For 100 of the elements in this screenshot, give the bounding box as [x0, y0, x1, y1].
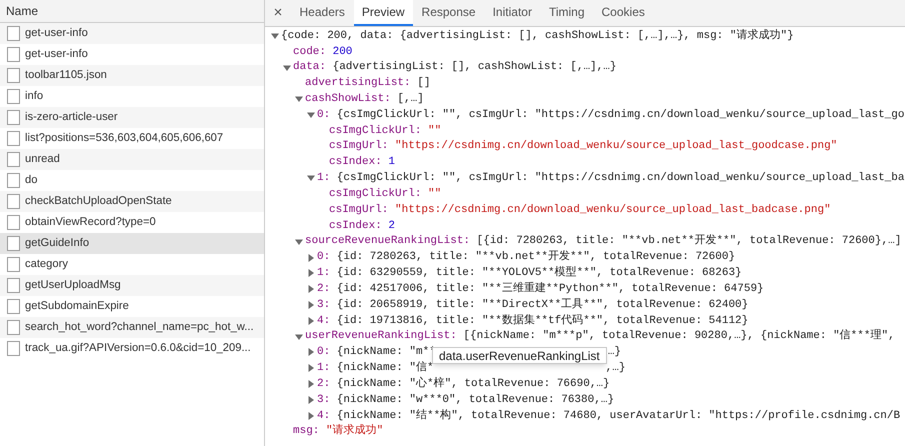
property-value: {id: 20658919, title: "**DirectX**工具**", totalRevenue: 62400} [336, 297, 748, 313]
collapsed-arrow-icon[interactable] [307, 269, 315, 278]
collapsed-arrow-icon[interactable] [307, 380, 315, 388]
file-icon [7, 68, 20, 83]
property-key: 0: [317, 249, 330, 266]
property-value: [,…] [397, 92, 424, 107]
file-icon [7, 215, 20, 230]
expanded-arrow-icon[interactable] [307, 174, 315, 182]
expanded-arrow-icon[interactable] [295, 95, 303, 104]
expanded-arrow-icon[interactable] [295, 332, 303, 341]
file-icon [7, 278, 20, 293]
property-value: …} [608, 345, 622, 360]
property-value: {id: 42517006, title: "**三维重建**Python**", totalRevenue: 64759} [336, 280, 764, 297]
property-key: 2: [317, 280, 330, 298]
property-key: code: [293, 44, 326, 60]
property-value: [{id: 7280263, title: "**vb.net**开发**", totalRevenue: 72600},…] [476, 233, 902, 250]
property-value: "请求成功" [326, 423, 384, 440]
property-key: userRevenueRankingList: [305, 328, 457, 345]
property-key: csIndex: [329, 154, 382, 171]
property-key: msg: [293, 423, 320, 440]
property-key: 3: [317, 296, 330, 314]
property-value: 200 [332, 44, 352, 60]
file-icon [7, 341, 20, 356]
request-row[interactable]: getUserUploadMsg [0, 275, 264, 296]
property-value: {csImgClickUrl: "", csImgUrl: "https://csdnimg.cn/download_wenku/source_upload_last_go [336, 108, 904, 123]
property-value: {code: 200, data: {advertisingList: [], cashShowList: [,…],…}, msg: "请求成功"} [281, 28, 794, 44]
property-key: 2: [317, 376, 330, 392]
property-value: {nickName: "心*梓", totalRevenue: 76690,…} [336, 376, 610, 392]
property-value: "https://csdnimg.cn/download_wenku/source_upload_last_goodcase.png" [395, 139, 838, 154]
collapsed-arrow-icon[interactable] [307, 285, 315, 294]
request-row[interactable]: unread [0, 149, 264, 170]
property-key: sourceRevenueRankingList: [305, 233, 470, 250]
collapsed-arrow-icon[interactable] [307, 396, 315, 404]
property-value: "" [428, 186, 442, 202]
property-key: 4: [317, 312, 330, 330]
property-value: 2 [388, 218, 396, 234]
file-icon [7, 89, 20, 104]
property-key: csImgClickUrl: [329, 122, 422, 140]
request-row[interactable]: checkBatchUploadOpenState [0, 191, 264, 212]
property-key: cashShowList: [305, 90, 391, 108]
request-row[interactable]: is-zero-article-user [0, 107, 264, 128]
tab[interactable]: Timing [540, 0, 593, 26]
collapsed-arrow-icon[interactable] [307, 348, 315, 356]
file-icon [7, 173, 20, 188]
file-icon [7, 236, 20, 251]
property-key: csImgClickUrl: [329, 186, 422, 202]
file-icon [7, 299, 20, 314]
file-icon [7, 194, 20, 209]
property-key: 1: [317, 360, 330, 377]
file-icon [7, 320, 20, 335]
property-key: csImgUrl: [329, 138, 388, 155]
expanded-arrow-icon[interactable] [271, 32, 279, 40]
file-icon [7, 257, 20, 272]
property-value: {nickName: "结**构", totalRevenue: 74680, userAvatarUrl: "https://profile.csdnimg.cn/B [336, 408, 900, 424]
file-icon [7, 152, 20, 167]
property-value: {id: 7280263, title: "**vb.net**开发**", totalRevenue: 72600} [336, 249, 736, 266]
property-key: 1: [317, 170, 330, 187]
property-value: "" [428, 124, 442, 139]
property-value: [] [417, 76, 430, 92]
property-value: {csImgClickUrl: "", csImgUrl: "https://csdnimg.cn/download_wenku/source_upload_last_ba [336, 171, 904, 186]
property-key: 0: [317, 106, 330, 124]
tab[interactable]: Cookies [594, 0, 653, 26]
property-key: 1: [317, 265, 330, 282]
property-value: {id: 19713816, title: "**数据集**tf代码**", totalRevenue: 54112} [336, 313, 748, 329]
column-header[interactable]: Name [0, 0, 264, 23]
property-key: csImgUrl: [329, 202, 388, 218]
tooltip: data.userRevenueRankingList [432, 347, 607, 364]
property-value: "https://csdnimg.cn/download_wenku/source_upload_last_badcase.png" [395, 202, 831, 218]
tab[interactable]: Response [414, 0, 484, 26]
collapsed-arrow-icon[interactable] [307, 316, 315, 325]
property-key: csIndex: [329, 218, 382, 234]
tab[interactable]: Initiator [484, 0, 540, 26]
request-row[interactable]: toolbar1105.json [0, 65, 264, 86]
collapsed-arrow-icon[interactable] [307, 412, 315, 420]
request-row[interactable]: getGuideInfo [0, 233, 264, 254]
property-key: data: [293, 59, 326, 76]
property-value: 1 [388, 155, 396, 170]
collapsed-arrow-icon[interactable] [307, 364, 315, 372]
tab[interactable]: Headers [292, 0, 353, 26]
file-icon [7, 47, 20, 62]
property-value: {advertisingList: [], cashShowList: [,…],…} [332, 60, 616, 76]
expanded-arrow-icon[interactable] [307, 111, 315, 120]
expanded-arrow-icon[interactable] [283, 64, 291, 72]
expanded-arrow-icon[interactable] [295, 238, 303, 246]
property-value: {nickName: "信* [336, 360, 434, 376]
file-icon [7, 131, 20, 146]
property-value: {nickName: "w***0", totalRevenue: 76380,…} [336, 392, 614, 408]
property-key: 0: [317, 344, 330, 361]
property-value: [{nickName: "m***p", totalRevenue: 90280,…}, {nickName: "信***理", [463, 328, 895, 344]
collapsed-arrow-icon[interactable] [307, 254, 315, 262]
property-key: 3: [317, 392, 330, 408]
property-key: 4: [317, 408, 330, 424]
request-row[interactable]: search_hot_word?channel_name=pc_hot_w... [0, 317, 264, 338]
file-icon [7, 26, 20, 41]
property-value: {id: 63290559, title: "**YOLOV5**模型**", totalRevenue: 68263} [336, 265, 742, 282]
collapsed-arrow-icon[interactable] [307, 300, 315, 309]
tab[interactable]: Preview [354, 0, 413, 26]
file-icon [7, 110, 20, 125]
request-row[interactable]: get-user-info [0, 23, 264, 44]
close-button[interactable]: × [265, 0, 291, 26]
